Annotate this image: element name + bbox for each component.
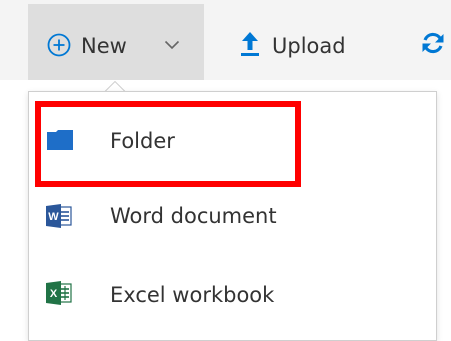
svg-text:W: W xyxy=(48,211,59,223)
plus-circle-icon xyxy=(47,33,71,57)
sync-icon[interactable] xyxy=(420,30,446,56)
menu-item-label: Excel workbook xyxy=(110,283,275,307)
upload-arrow-icon xyxy=(241,32,259,56)
new-button-label: New xyxy=(81,34,127,58)
upload-button-label: Upload xyxy=(272,34,346,58)
menu-item-folder[interactable]: Folder xyxy=(29,106,436,176)
excel-icon: X xyxy=(46,281,72,305)
chevron-down-icon xyxy=(164,40,180,50)
word-icon: W xyxy=(46,204,72,228)
menu-item-label: Word document xyxy=(110,204,277,228)
folder-icon xyxy=(47,130,73,150)
new-dropdown-menu: Folder W Word document X Excel workbook xyxy=(28,91,437,341)
menu-item-label: Folder xyxy=(110,129,175,153)
menu-item-excel-workbook[interactable]: X Excel workbook xyxy=(29,264,436,334)
command-bar: New Upload xyxy=(0,0,451,80)
svg-text:X: X xyxy=(50,288,58,300)
menu-item-word-document[interactable]: W Word document xyxy=(29,185,436,255)
